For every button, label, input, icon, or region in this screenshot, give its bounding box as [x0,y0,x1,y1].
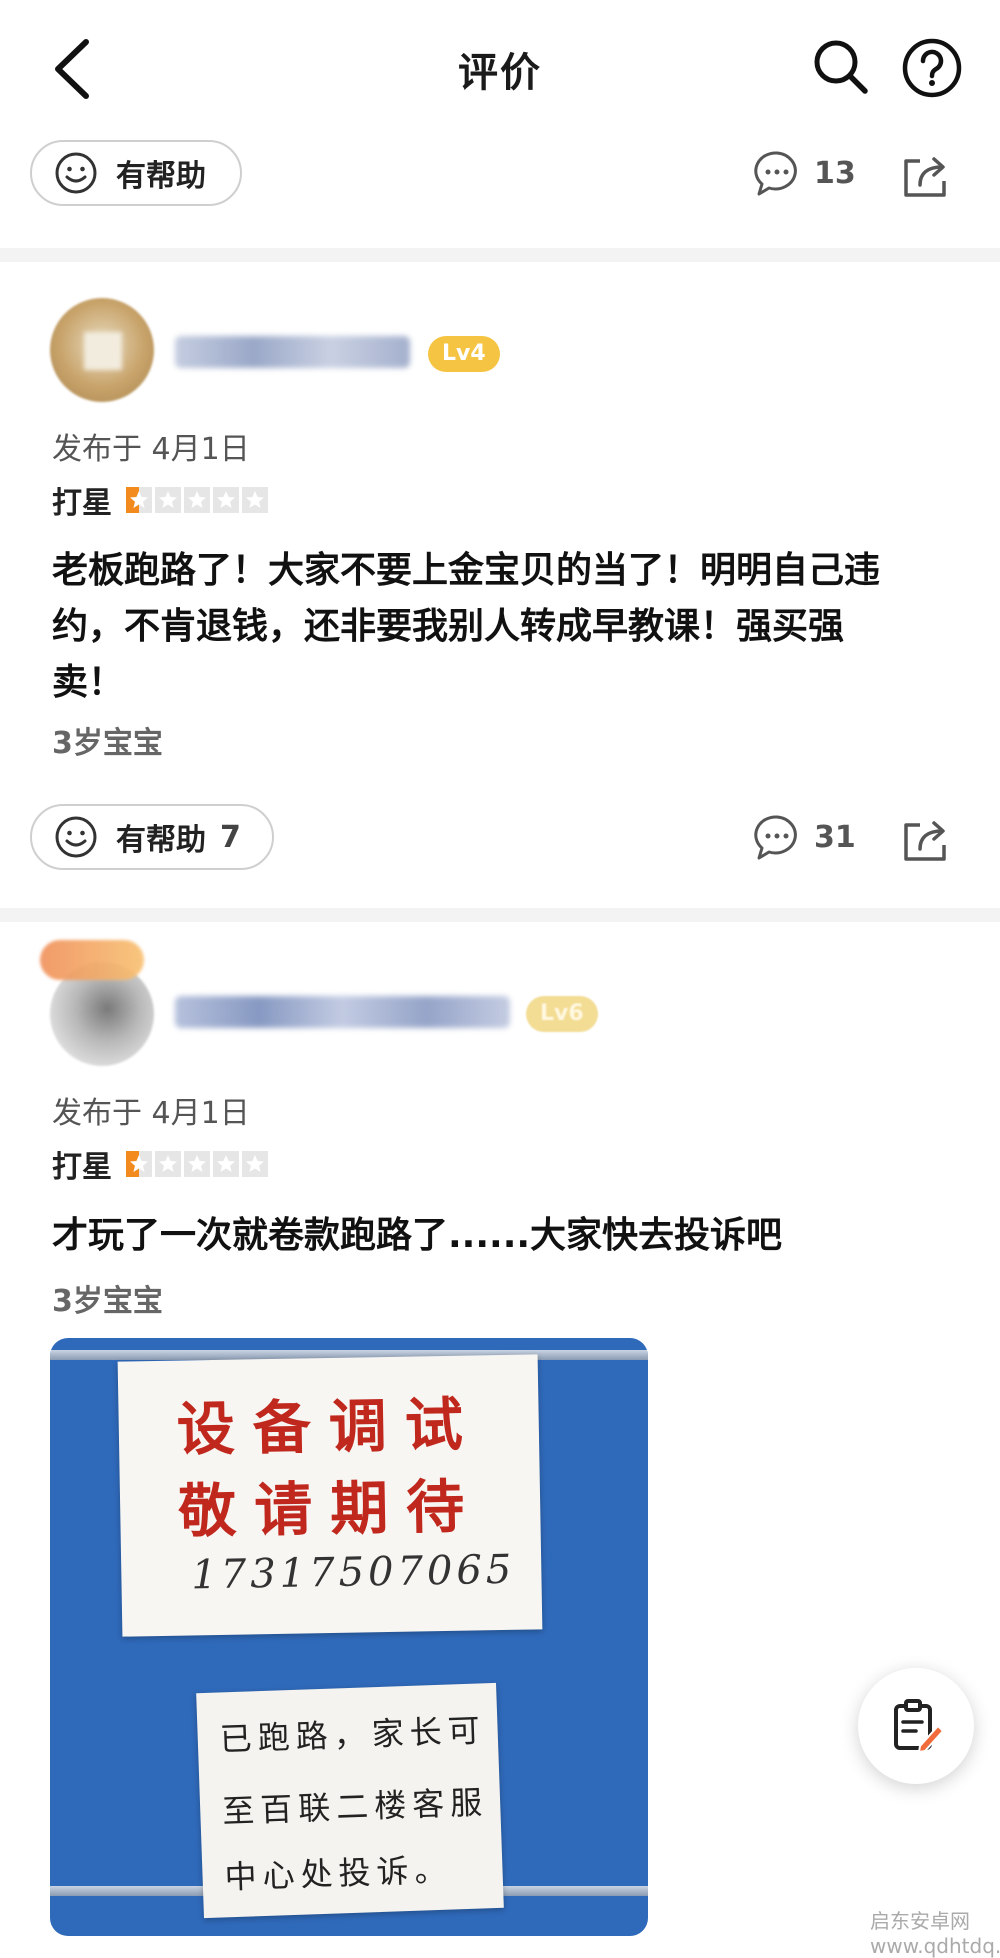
star-empty-icon [242,1151,268,1177]
helpful-label: 有帮助 [116,159,206,194]
watermark-text: 启东安卓网 www.qdhtdq.com [870,1909,1000,1958]
star-empty-icon [184,487,210,513]
review-text: 才玩了一次就卷款跑路了......大家快去投诉吧 [52,1208,972,1264]
avatar[interactable] [50,298,154,402]
review-text-line: 约，不肯退钱，还非要我别人转成早教课！强买强 [52,606,845,647]
helpful-label: 有帮助 [116,823,206,858]
username[interactable] [175,996,510,1028]
sign-line: 至百联二楼客服 [221,1783,489,1831]
helpful-count: 7 [220,819,241,855]
notice-sign-printed: 设备调试 敬请期待 17317507065 [117,1354,543,1637]
star-half-icon [126,487,152,513]
review-photo[interactable]: 设备调试 敬请期待 17317507065 已跑路，家长可 至百联二楼客服 中心… [50,1338,648,1936]
star-empty-icon [242,487,268,513]
helpful-button[interactable]: 有帮助 7 [30,804,274,870]
sign-phone-number: 17317507065 [190,1546,516,1599]
helpful-button[interactable]: 有帮助 [30,140,242,206]
rating-label: 打星 [52,1150,112,1185]
rating-stars [126,487,268,513]
notice-sign-handwritten: 已跑路，家长可 至百联二楼客服 中心处投诉。 [196,1682,504,1919]
review-text-line: 卖！ [52,662,125,703]
child-age-tag: 3岁宝宝 [52,1284,163,1319]
share-icon[interactable] [900,151,950,201]
comment-button[interactable]: 13 [752,148,856,198]
rating-label: 打星 [52,486,112,521]
avatar-decoration [40,940,144,980]
search-icon[interactable] [810,36,870,96]
post-date: 发布于 4月1日 [52,1096,250,1131]
star-empty-icon [155,1151,181,1177]
smile-icon [55,816,97,858]
review-text-line: 才玩了一次就卷款跑路了......大家快去投诉吧 [52,1215,783,1256]
edit-note-icon [894,1699,945,1754]
star-empty-icon [213,1151,239,1177]
child-age-tag: 3岁宝宝 [52,726,163,761]
comment-icon [754,815,797,860]
action-bar: 有帮助 7 [30,804,274,870]
write-review-button[interactable] [858,1668,974,1784]
help-icon[interactable] [900,36,964,100]
comment-count: 13 [814,155,856,191]
comment-button[interactable]: 31 [752,812,856,862]
star-empty-icon [184,1151,210,1177]
section-divider [0,248,1000,262]
star-empty-icon [155,487,181,513]
smile-icon [55,152,97,194]
sign-line: 敬请期待 [177,1472,483,1546]
comment-count: 31 [814,819,856,855]
level-badge: Lv6 [526,996,598,1032]
rating-row: 打星 [52,478,268,522]
post-date: 发布于 4月1日 [52,432,250,467]
top-action-bar: 有帮助 [30,140,242,206]
rating-stars [126,1151,268,1177]
sign-line: 设备调试 [176,1390,482,1464]
comment-icon [754,151,797,196]
review-text: 老板跑路了！大家不要上金宝贝的当了！明明自己违 约，不肯退钱，还非要我别人转成早… [52,543,972,711]
section-divider [0,908,1000,922]
rating-row: 打星 [52,1142,268,1186]
username[interactable] [175,336,410,368]
level-badge: Lv4 [428,336,500,372]
star-half-icon [126,1151,152,1177]
sign-line: 已跑路，家长可 [219,1711,487,1759]
star-empty-icon [213,487,239,513]
sign-line: 中心处投诉。 [223,1850,454,1897]
share-icon[interactable] [900,815,950,865]
top-bar: 评价 [0,0,1000,140]
review-text-line: 老板跑路了！大家不要上金宝贝的当了！明明自己违 [52,550,881,591]
